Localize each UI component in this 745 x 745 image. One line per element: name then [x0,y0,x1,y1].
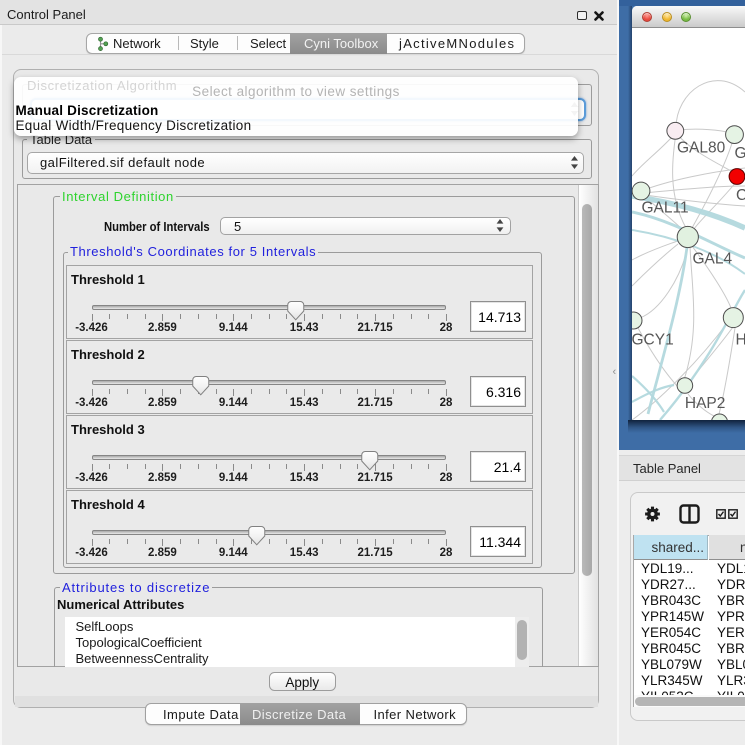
svg-text:HAP2: HAP2 [685,395,726,412]
svg-text:C: C [736,187,745,204]
svg-text:GAL80: GAL80 [677,140,726,157]
svg-text:GAL4: GAL4 [693,251,733,268]
svg-text:GA: GA [735,145,745,162]
svg-text:GCY1: GCY1 [632,332,674,349]
svg-text:H: H [736,332,745,349]
svg-text:GAL11: GAL11 [642,200,689,217]
